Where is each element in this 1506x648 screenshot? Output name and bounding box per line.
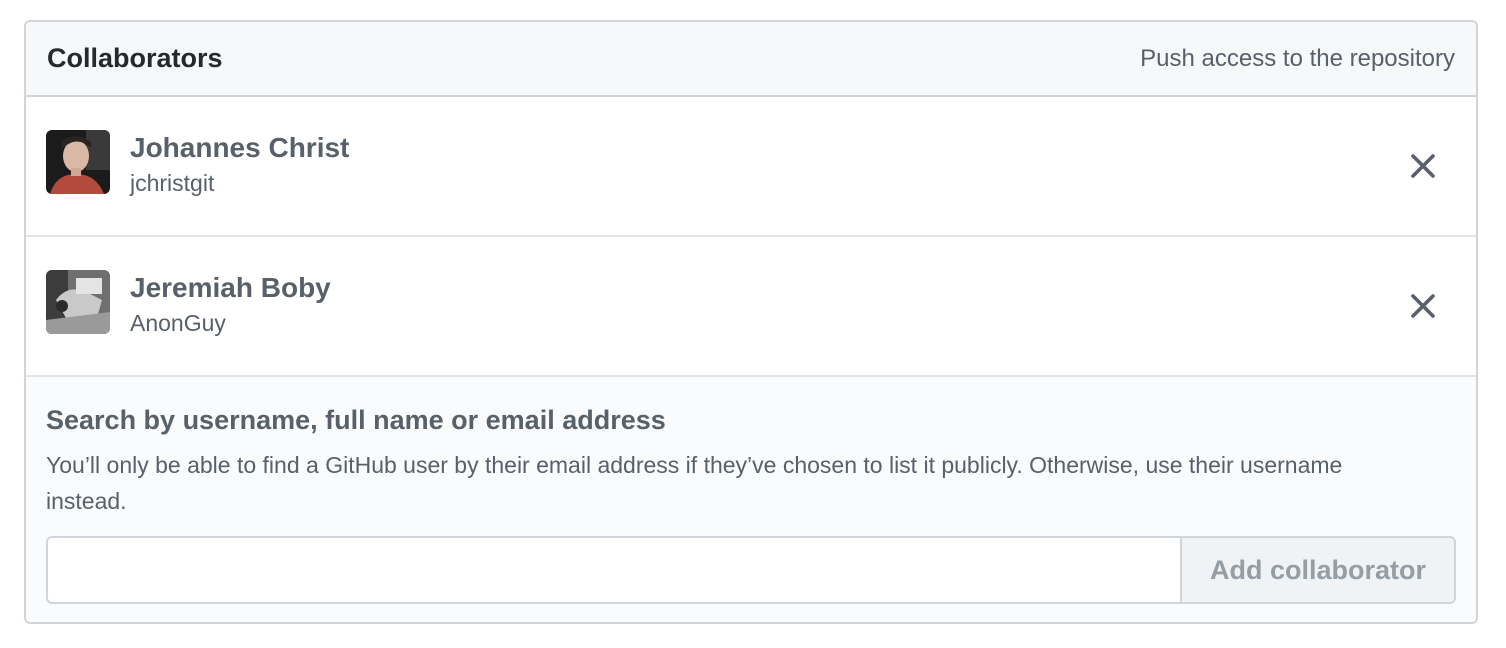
collaborator-login: AnonGuy — [130, 310, 226, 336]
collaborator-search-input[interactable] — [46, 536, 1180, 604]
collaborator-row: Johannes Christ jchristgit — [26, 97, 1476, 237]
collaborator-login: jchristgit — [130, 170, 215, 196]
collaborator-name: Johannes Christ — [130, 132, 350, 163]
avatar[interactable] — [46, 270, 110, 334]
user-avatar-photo-icon — [46, 130, 110, 194]
collaborators-title: Collaborators — [47, 43, 223, 73]
close-icon — [1411, 154, 1435, 178]
collaborator-name: Jeremiah Boby — [130, 272, 331, 303]
add-collaborator-section: Search by username, full name or email a… — [26, 377, 1476, 622]
collaborator-info: Jeremiah Boby AnonGuy — [130, 270, 331, 338]
collaborator-row: Jeremiah Boby AnonGuy — [26, 237, 1476, 377]
remove-collaborator-button[interactable] — [1410, 153, 1436, 179]
search-heading: Search by username, full name or email a… — [46, 405, 666, 435]
avatar[interactable] — [46, 130, 110, 194]
collaborators-header: Collaborators Push access to the reposit… — [26, 22, 1476, 97]
collaborators-panel: Collaborators Push access to the reposit… — [24, 20, 1478, 624]
close-icon — [1411, 294, 1435, 318]
remove-collaborator-button[interactable] — [1410, 293, 1436, 319]
add-collaborator-form: Add collaborator — [46, 536, 1456, 604]
user-avatar-photo-icon — [46, 270, 110, 334]
collaborators-subtitle: Push access to the repository — [1140, 44, 1455, 72]
collaborator-info: Johannes Christ jchristgit — [130, 130, 349, 198]
search-note: You’ll only be able to find a GitHub use… — [46, 452, 1343, 514]
add-collaborator-button[interactable]: Add collaborator — [1180, 536, 1456, 604]
